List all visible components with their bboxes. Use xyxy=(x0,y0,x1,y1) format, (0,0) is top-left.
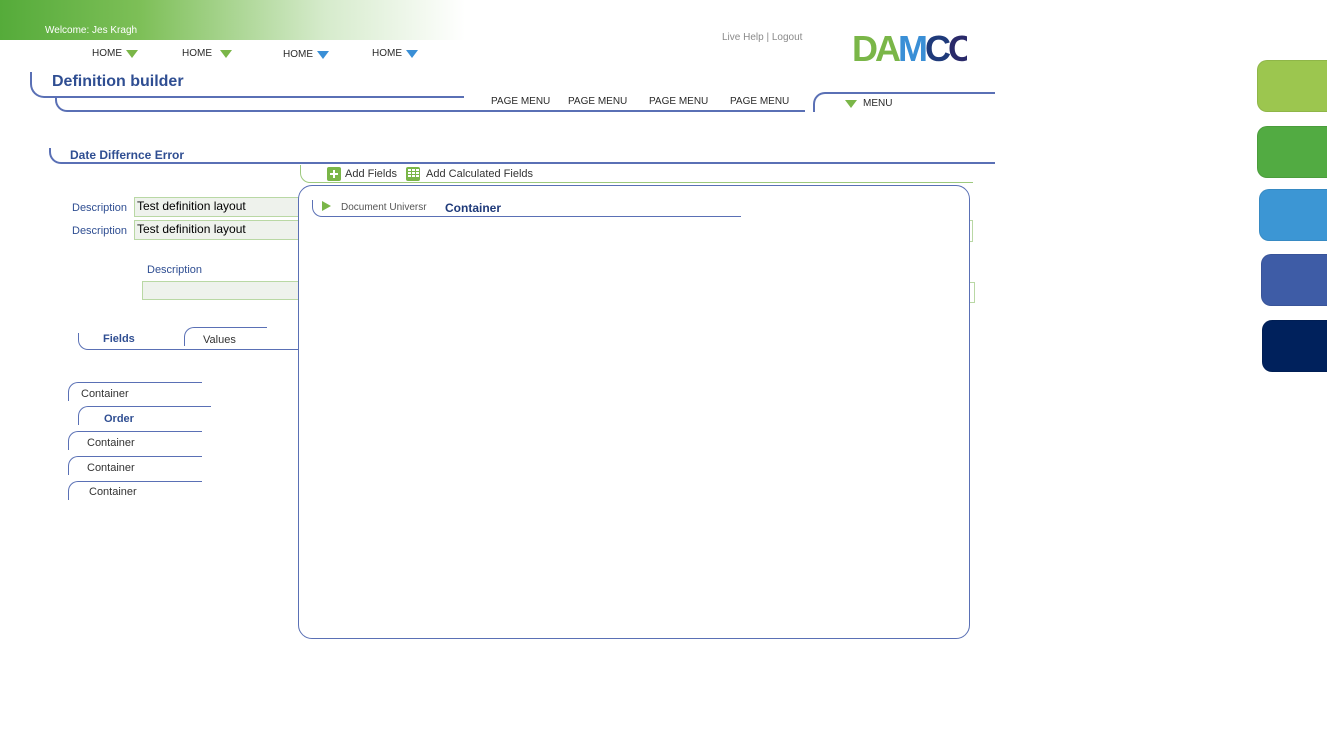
list-item[interactable]: Container xyxy=(89,486,137,498)
description-input-2[interactable]: Test definition layout xyxy=(134,220,300,240)
welcome-text: Welcome: Jes Kragh xyxy=(45,25,138,36)
chevron-down-icon xyxy=(845,99,857,108)
link-separator: | xyxy=(766,32,770,43)
description-label: Description xyxy=(72,202,128,214)
menu-frame xyxy=(813,92,995,112)
description-textarea[interactable] xyxy=(142,281,300,300)
section-title: Date Differnce Error xyxy=(70,148,185,162)
side-tab-lightblue[interactable] xyxy=(1259,189,1327,241)
page-menu-item[interactable]: PAGE MENU xyxy=(568,96,627,107)
side-tab-column xyxy=(1257,0,1327,736)
add-calculated-fields-button[interactable]: Add Calculated Fields xyxy=(406,167,533,181)
side-tab-green[interactable] xyxy=(1257,126,1327,178)
page-menu-item[interactable]: PAGE MENU xyxy=(730,96,789,107)
toolbar-frame xyxy=(300,165,973,183)
list-item[interactable]: Container xyxy=(87,462,135,474)
container-dialog xyxy=(298,185,970,639)
chevron-down-icon xyxy=(126,49,138,58)
damco-logo: DAMCO xyxy=(852,28,967,64)
add-fields-button[interactable]: Add Fields xyxy=(327,167,397,181)
header-links: Live Help | Logout xyxy=(722,32,802,43)
nav-home-label: HOME xyxy=(182,48,212,59)
logout-link[interactable]: Logout xyxy=(772,32,803,43)
side-tab-navy[interactable] xyxy=(1262,320,1327,372)
add-calculated-fields-label: Add Calculated Fields xyxy=(426,168,534,180)
list-item-frame xyxy=(78,406,211,425)
breadcrumb-document[interactable]: Document Universr xyxy=(341,202,427,213)
nav-home-2[interactable]: HOME xyxy=(182,48,232,59)
nav-home-3[interactable]: HOME xyxy=(283,49,329,60)
nav-home-1[interactable]: HOME xyxy=(92,48,138,59)
list-item[interactable]: Container xyxy=(81,388,129,400)
page-title: Definition builder xyxy=(52,73,184,90)
chevron-down-icon xyxy=(220,49,232,58)
description-input-1[interactable]: Test definition layout xyxy=(134,197,300,217)
list-item[interactable]: Order xyxy=(104,413,134,425)
page-menu-item[interactable]: PAGE MENU xyxy=(491,96,550,107)
nav-home-label: HOME xyxy=(283,49,313,60)
live-help-link[interactable]: Live Help xyxy=(722,32,764,43)
calculator-icon xyxy=(406,167,420,181)
tab-values[interactable]: Values xyxy=(203,334,236,346)
section-frame xyxy=(49,148,995,164)
menu-dropdown[interactable]: MENU xyxy=(845,98,892,109)
svg-text:DAMCO: DAMCO xyxy=(852,28,967,64)
add-fields-label: Add Fields xyxy=(345,168,397,180)
list-item[interactable]: Container xyxy=(87,437,135,449)
chevron-down-icon xyxy=(406,49,418,58)
side-tab-blue[interactable] xyxy=(1261,254,1327,306)
tab-fields[interactable]: Fields xyxy=(103,333,135,345)
side-tab-lightgreen[interactable] xyxy=(1257,60,1327,112)
page-menu-item[interactable]: PAGE MENU xyxy=(649,96,708,107)
plus-icon xyxy=(327,167,341,181)
description-label: Description xyxy=(72,225,128,237)
nav-home-label: HOME xyxy=(92,48,122,59)
breadcrumb-container[interactable]: Container xyxy=(445,201,501,215)
description-label: Description xyxy=(147,264,203,276)
menu-label: MENU xyxy=(863,98,893,109)
nav-home-4[interactable]: HOME xyxy=(372,48,418,59)
nav-home-label: HOME xyxy=(372,48,402,59)
chevron-down-icon xyxy=(317,50,329,59)
play-icon[interactable] xyxy=(322,201,331,211)
